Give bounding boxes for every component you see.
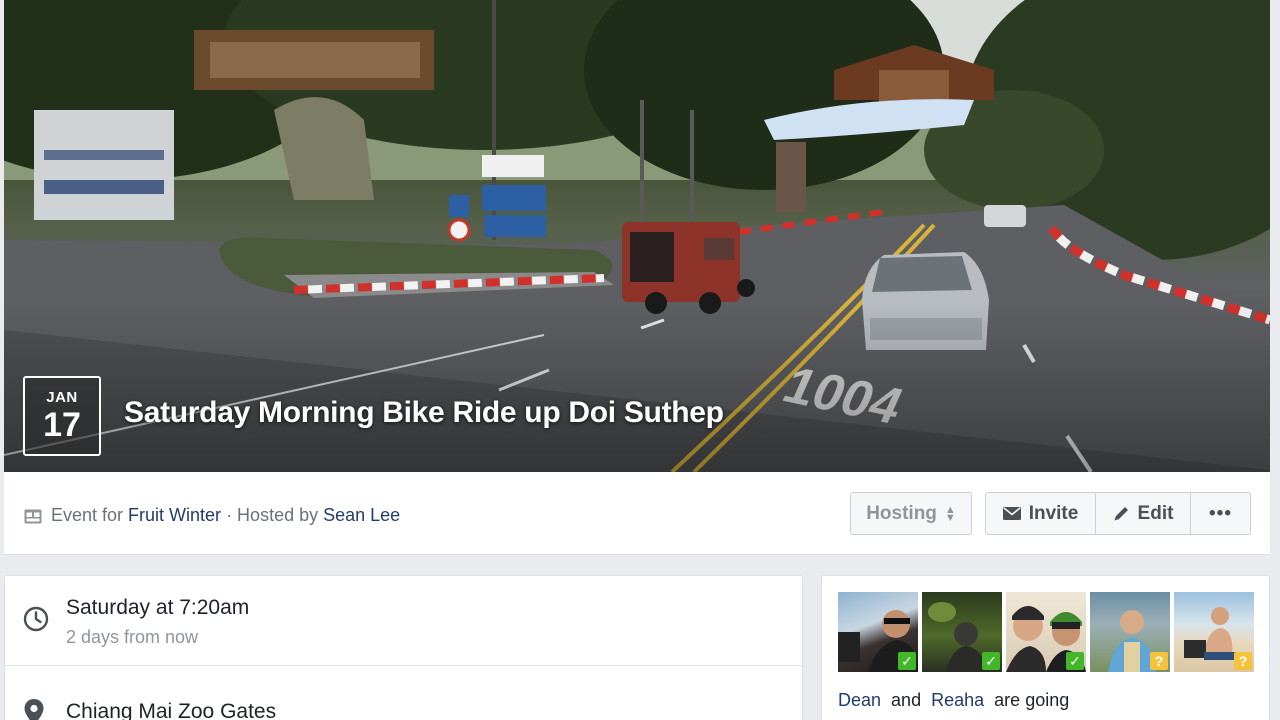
attendee-link-reaha[interactable]: Reaha — [931, 690, 984, 710]
event-time-relative: 2 days from now — [66, 627, 199, 647]
invite-button[interactable]: Invite — [986, 493, 1096, 534]
going-and: and — [886, 690, 927, 710]
event-time: Saturday at 7:20am — [66, 596, 250, 619]
event-action-bar: Event for Fruit Winter · Hosted by Sean … — [4, 472, 1270, 555]
event-location-row[interactable]: Chiang Mai Zoo Gates — [5, 666, 802, 720]
going-badge: ✓ — [982, 652, 1000, 670]
attendee-avatars: ✓ ✓ ✓ ? ? — [838, 592, 1258, 672]
avatar[interactable]: ? — [1174, 592, 1254, 672]
pencil-icon — [1114, 507, 1128, 521]
avatar[interactable]: ? — [1090, 592, 1170, 672]
more-options-button[interactable]: ••• — [1191, 493, 1250, 534]
maybe-badge: ? — [1150, 652, 1168, 670]
going-suffix: are going — [989, 690, 1070, 710]
event-host-line: Event for Fruit Winter · Hosted by Sean … — [24, 505, 400, 526]
event-location[interactable]: Chiang Mai Zoo Gates — [66, 700, 276, 720]
host-line-separator: · Hosted by — [221, 505, 324, 525]
hosting-dropdown-button[interactable]: Hosting ▲ ▼ — [850, 492, 972, 535]
attendee-link-dean[interactable]: Dean — [838, 690, 881, 710]
going-badge: ✓ — [1066, 652, 1084, 670]
hosting-label: Hosting — [866, 502, 937, 524]
location-pin-icon — [24, 699, 44, 720]
invite-label: Invite — [1028, 502, 1079, 524]
envelope-icon — [1002, 507, 1021, 520]
cover-photo[interactable]: 1004 JAN 17 Saturday Morning Bike Ride u… — [4, 0, 1270, 472]
avatar[interactable]: ✓ — [922, 592, 1002, 672]
going-badge: ✓ — [898, 652, 916, 670]
sort-icon: ▲ ▼ — [944, 503, 956, 524]
event-details-card: Saturday at 7:20am 2 days from now Chian… — [4, 575, 803, 720]
host-line-prefix: Event for — [51, 505, 129, 525]
event-date-box: JAN 17 — [23, 376, 101, 456]
group-link[interactable]: Fruit Winter — [128, 505, 221, 526]
avatar[interactable]: ✓ — [1006, 592, 1086, 672]
event-page: 1004 JAN 17 Saturday Morning Bike Ride u… — [0, 0, 1280, 720]
cover-shade — [4, 302, 1270, 472]
event-day: 17 — [43, 406, 81, 444]
calendar-icon — [24, 509, 42, 523]
edit-button[interactable]: Edit — [1096, 493, 1191, 534]
edit-label: Edit — [1137, 502, 1174, 524]
going-summary: Dean and Reaha are going — [838, 690, 1069, 711]
clock-icon — [23, 606, 49, 632]
event-actions-group: Invite Edit ••• — [985, 492, 1251, 535]
event-time-row[interactable]: Saturday at 7:20am 2 days from now — [5, 576, 802, 666]
event-month: JAN — [46, 389, 78, 406]
avatar[interactable]: ✓ — [838, 592, 918, 672]
attendees-card: ✓ ✓ ✓ ? ? Dean and Reaha are going — [821, 575, 1270, 720]
event-title: Saturday Morning Bike Ride up Doi Suthep — [124, 396, 724, 429]
host-link[interactable]: Sean Lee — [323, 505, 400, 526]
maybe-badge: ? — [1234, 652, 1252, 670]
